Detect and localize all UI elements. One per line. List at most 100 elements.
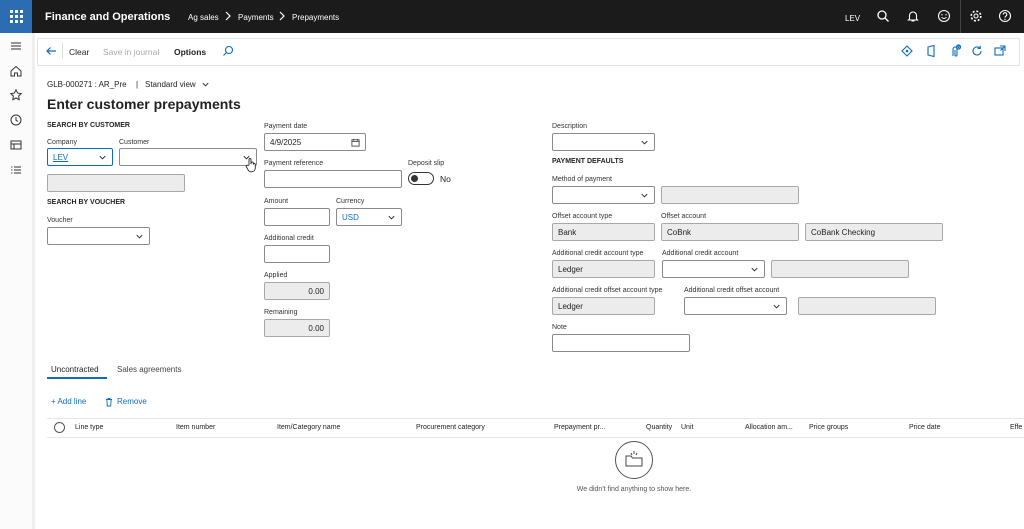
column-header-procurement-category[interactable]: Procurement category [416, 424, 485, 431]
select-all-radio[interactable] [54, 422, 65, 433]
office-icon[interactable] [924, 44, 938, 58]
chevron-down-icon [136, 234, 143, 239]
add-line-button[interactable]: + Add line [51, 397, 86, 406]
company-dropdown[interactable]: LEV [47, 148, 113, 166]
amount-input[interactable] [264, 208, 330, 226]
search-icon[interactable] [876, 9, 890, 23]
payment-defaults-header: PAYMENT DEFAULTS [552, 158, 624, 165]
customer-dropdown[interactable] [119, 148, 257, 166]
calendar-icon[interactable] [351, 138, 360, 147]
offset-account-type-field: Bank [552, 223, 655, 241]
company-picker[interactable]: LEV [845, 14, 860, 23]
column-header-unit[interactable]: Unit [681, 424, 693, 431]
action-divider [62, 43, 63, 59]
additional-credit-account-type-value: Ledger [558, 264, 583, 274]
record-caption: GLB-000271 : AR_Pre [47, 80, 127, 89]
deposit-slip-value: No [440, 174, 451, 184]
caption-separator: | [136, 80, 139, 89]
app-launcher-button[interactable] [0, 0, 32, 33]
page-title: Enter customer prepayments [47, 96, 241, 112]
payment-date-field[interactable]: 4/9/2025 [264, 133, 366, 151]
note-input[interactable] [552, 334, 690, 352]
view-selector[interactable]: Standard view [145, 80, 196, 89]
offset-account-field: CoBnk [661, 223, 799, 241]
app-title[interactable]: Finance and Operations [45, 11, 170, 23]
customer-name-field [47, 174, 185, 192]
gear-icon[interactable] [969, 9, 983, 23]
payment-reference-label: Payment reference [264, 160, 324, 167]
method-of-payment-label: Method of payment [552, 176, 612, 183]
column-header-line-type[interactable]: Line type [75, 424, 103, 431]
offset-account-value: CoBnk [667, 227, 692, 237]
currency-value: USD [342, 212, 359, 222]
deposit-slip-label: Deposit slip [408, 160, 445, 167]
options-tab[interactable]: Options [174, 47, 206, 57]
tab-sales-agreements[interactable]: Sales agreements [117, 365, 181, 374]
empty-state-message: We didn't find anything to show here. [576, 486, 692, 493]
search-by-customer-header: SEARCH BY CUSTOMER [47, 122, 130, 129]
column-header-price-groups[interactable]: Price groups [809, 424, 848, 431]
star-icon[interactable] [9, 88, 23, 102]
remaining-field: 0.00 [264, 319, 330, 337]
hamburger-icon[interactable] [9, 39, 23, 53]
additional-credit-offset-account-type-field: Ledger [552, 297, 655, 315]
additional-credit-offset-account-dropdown[interactable] [684, 297, 787, 315]
column-header-quantity[interactable]: Quantity [646, 424, 672, 431]
diamond-icon[interactable] [900, 44, 914, 58]
chevron-down-icon[interactable] [201, 80, 210, 89]
applied-value: 0.00 [308, 286, 324, 296]
back-arrow-icon[interactable] [44, 44, 58, 58]
smiley-icon[interactable] [937, 9, 951, 23]
add-line-label: Add line [57, 397, 87, 406]
remaining-label: Remaining [264, 309, 298, 316]
chevron-down-icon [99, 155, 106, 160]
column-header-prepayment-price[interactable]: Prepayment pr... [554, 424, 605, 431]
method-of-payment-dropdown[interactable] [552, 186, 655, 204]
applied-field: 0.00 [264, 282, 330, 300]
amount-label: Amount [264, 198, 289, 205]
additional-credit-offset-account-description [798, 297, 936, 315]
description-dropdown[interactable] [552, 133, 655, 151]
remove-button[interactable]: Remove [117, 397, 147, 406]
tab-uncontracted[interactable]: Uncontracted [51, 365, 99, 374]
attachments-icon[interactable]: 0 [948, 44, 962, 58]
additional-credit-account-description [771, 260, 909, 278]
workspace-icon[interactable] [9, 138, 23, 152]
svg-text:0: 0 [958, 45, 960, 49]
breadcrumb-payments[interactable]: Payments [238, 13, 274, 22]
trash-icon[interactable] [104, 397, 114, 407]
clock-icon[interactable] [9, 113, 23, 127]
currency-dropdown[interactable]: USD [336, 208, 402, 226]
additional-credit-input[interactable] [264, 245, 330, 263]
offset-account-type-label: Offset account type [552, 213, 613, 220]
breadcrumb-prepayments[interactable]: Prepayments [292, 13, 339, 22]
help-icon[interactable] [998, 9, 1012, 23]
modules-list-icon[interactable] [9, 163, 23, 177]
refresh-icon[interactable] [970, 44, 984, 58]
column-header-price-date[interactable]: Price date [909, 424, 941, 431]
payment-reference-input[interactable] [264, 170, 402, 188]
chevron-down-icon [773, 304, 780, 309]
breadcrumb-ag-sales[interactable]: Ag sales [188, 13, 219, 22]
chevron-down-icon [641, 140, 648, 145]
chevron-down-icon [751, 267, 758, 272]
open-in-new-window-icon[interactable] [993, 44, 1007, 58]
save-in-journal-button[interactable]: Save in journal [103, 47, 159, 57]
clear-button[interactable]: Clear [69, 47, 89, 57]
deposit-slip-toggle[interactable] [408, 172, 434, 185]
additional-credit-account-dropdown[interactable] [662, 260, 765, 278]
voucher-dropdown[interactable] [47, 227, 150, 245]
column-header-allocation-amount[interactable]: Allocation am... [745, 424, 793, 431]
search-icon[interactable] [221, 44, 235, 58]
offset-account-name-value: CoBank Checking [811, 227, 876, 237]
offset-account-label: Offset account [661, 213, 707, 220]
additional-credit-offset-account-type-value: Ledger [558, 301, 583, 311]
column-header-item-number[interactable]: Item number [176, 424, 215, 431]
column-header-item-category-name[interactable]: Item/Category name [277, 424, 340, 431]
voucher-label: Voucher [47, 217, 73, 224]
home-icon[interactable] [9, 64, 23, 78]
column-header-effective[interactable]: Effe [1010, 424, 1022, 431]
bell-icon[interactable] [906, 9, 920, 23]
additional-credit-offset-account-type-label: Additional credit offset account type [552, 287, 663, 294]
additional-credit-label: Additional credit [264, 235, 314, 242]
